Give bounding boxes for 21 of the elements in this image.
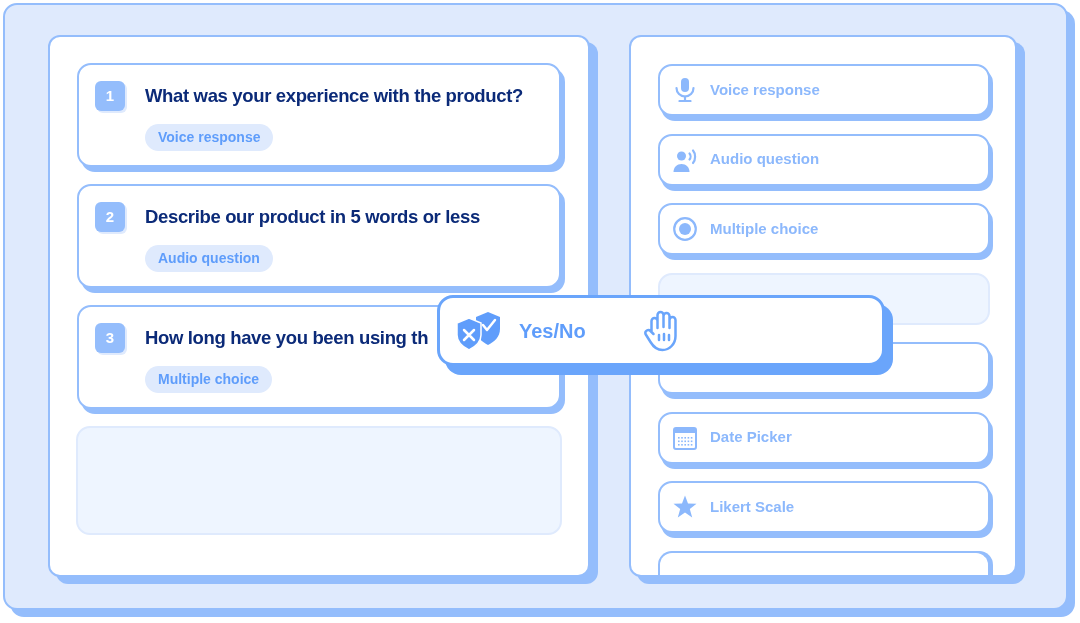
star-icon (673, 495, 697, 519)
question-title: How long have you been using th (145, 326, 429, 351)
field-type-label: Voice response (710, 79, 820, 100)
question-type-tag: Multiple choice (145, 366, 273, 393)
calendar-icon (673, 425, 697, 450)
question-number: 3 (95, 323, 125, 353)
microphone-icon (673, 78, 697, 102)
shields-check-cross-icon (455, 310, 503, 351)
question-type-tag: Audio question (145, 245, 273, 272)
person-speaking-icon (673, 147, 697, 172)
field-type-label: Audio question (710, 149, 820, 170)
field-type-label: Date Picker (710, 427, 792, 448)
field-type-label: Likert Scale (710, 496, 795, 517)
question-title: Describe our product in 5 words or less (145, 205, 480, 230)
field-type-item[interactable] (658, 550, 990, 575)
question-number: 2 (95, 202, 125, 232)
radio-button-icon (673, 217, 697, 241)
question-number: 1 (95, 81, 125, 111)
field-type-label: Multiple choice (710, 218, 819, 239)
question-title: What was your experience with the product? (145, 84, 523, 109)
question-type-tag: Voice response (145, 124, 274, 151)
